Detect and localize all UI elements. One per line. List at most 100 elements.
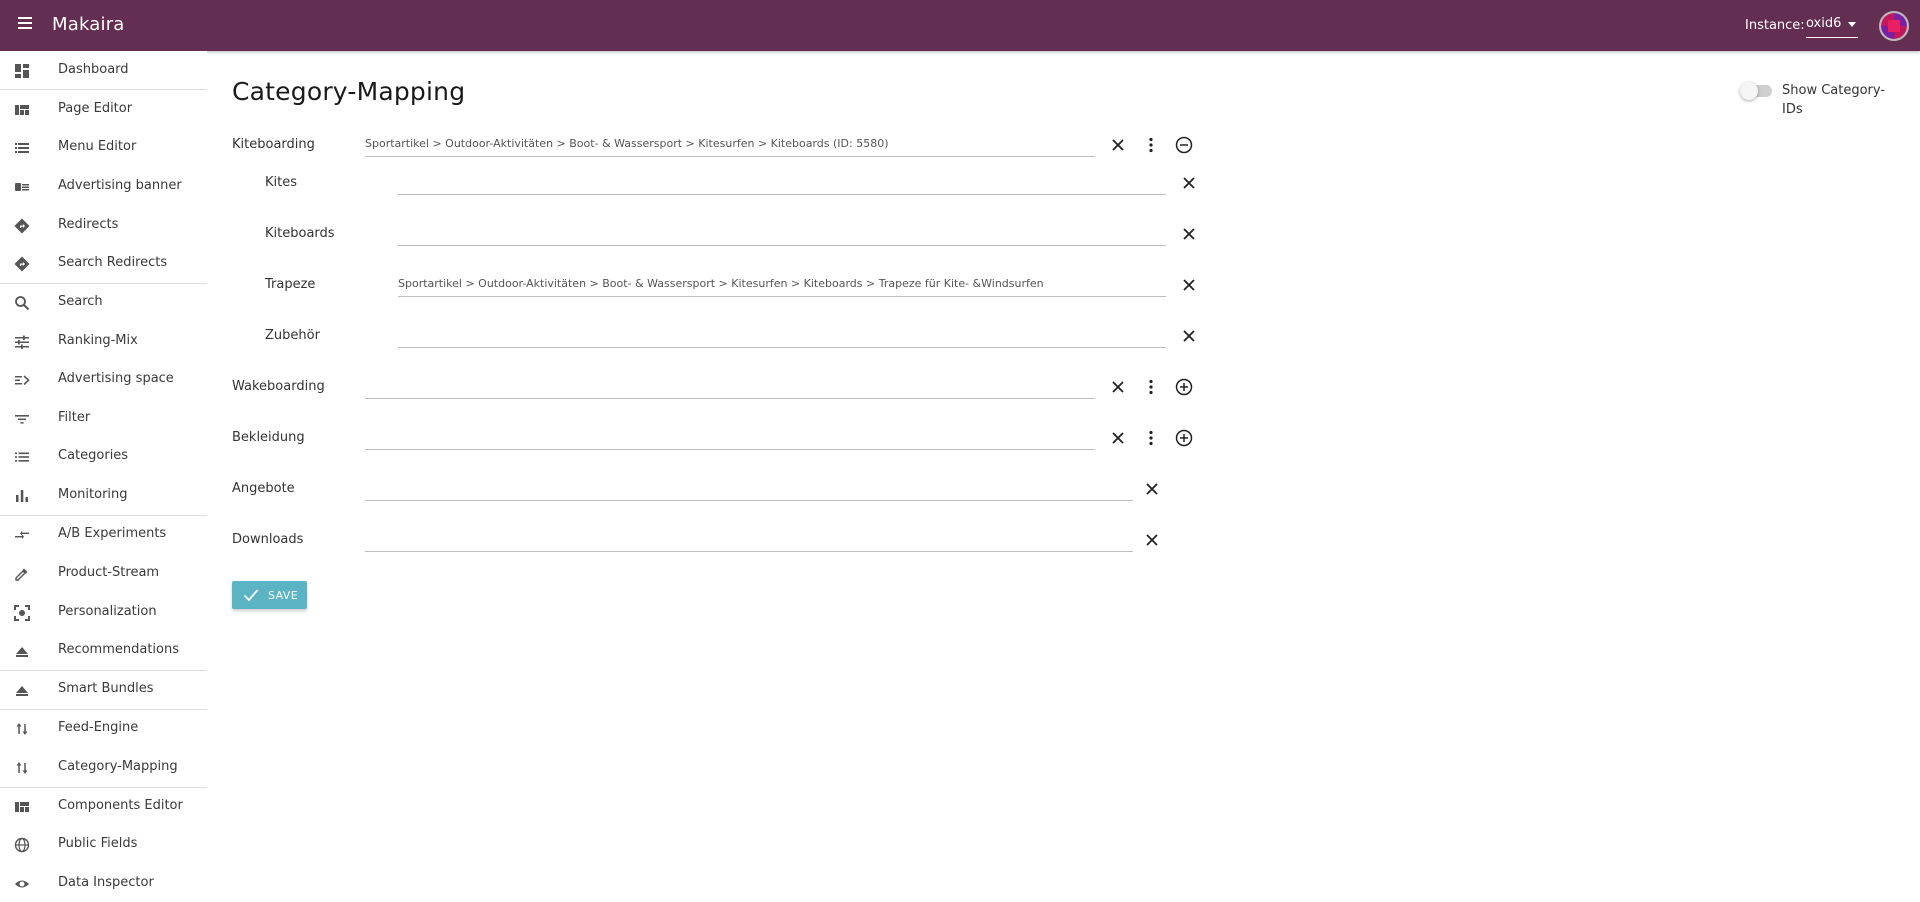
globe-icon [14, 837, 30, 853]
hamburger-menu-icon[interactable] [14, 14, 36, 36]
swap-vert-icon [14, 721, 30, 737]
mapping-field[interactable] [365, 426, 1095, 450]
menu-list-icon [14, 140, 30, 156]
top-app-bar: Makaira Instance: oxid6 [0, 0, 1920, 51]
sidebar-item-label: Search [58, 294, 103, 309]
sidebar-item-feed-engine[interactable]: Feed-Engine [0, 709, 207, 747]
sidebar-item-label: Categories [58, 448, 129, 463]
more-vert-icon[interactable] [1139, 133, 1163, 157]
mapping-field[interactable]: Sportartikel > Outdoor-Aktivitäten > Boo… [398, 273, 1166, 297]
sidebar-item-search-redirects[interactable]: Search Redirects [0, 244, 207, 282]
sidebar-item-label: Advertising banner [58, 178, 182, 193]
mapping-label: Angebote [232, 481, 295, 496]
sidebar-item-category-mapping[interactable]: Category-Mapping [0, 748, 207, 786]
mapping-field[interactable]: Sportartikel > Outdoor-Aktivitäten > Boo… [365, 133, 1095, 157]
expand-plus-icon[interactable] [1172, 426, 1196, 450]
sidebar-item-redirects[interactable]: Redirects [0, 206, 207, 244]
swap-vert-icon [14, 760, 30, 776]
sidebar-item-advertising-space[interactable]: Advertising space [0, 360, 207, 398]
sidebar-item-advertising-banner[interactable]: Advertising banner [0, 167, 207, 205]
app-title: Makaira [52, 14, 125, 35]
sidebar-item-categories[interactable]: Categories [0, 437, 207, 475]
mapping-label: Zubehör [265, 328, 320, 343]
save-button[interactable]: SAVE [232, 581, 307, 609]
toggle-label: Show Category-IDs [1782, 83, 1886, 117]
sidebar-item-ranking-mix[interactable]: Ranking-Mix [0, 322, 207, 360]
clear-icon[interactable] [1106, 375, 1130, 399]
expand-plus-icon[interactable] [1172, 375, 1196, 399]
search-icon [14, 295, 30, 311]
sidebar-item-label: Search Redirects [58, 255, 168, 270]
mapping-label: Bekleidung [232, 430, 305, 445]
mapping-label: Kiteboarding [232, 137, 315, 152]
sidebar-item-recommendations[interactable]: Recommendations [0, 631, 207, 669]
sidebar-item-page-editor[interactable]: Page Editor [0, 90, 207, 128]
sidebar-item-label: Page Editor [58, 101, 133, 116]
clear-icon[interactable] [1177, 273, 1201, 297]
sidebar-item-label: Dashboard [58, 62, 129, 77]
clear-icon[interactable] [1177, 324, 1201, 348]
sidebar-item-label: Product-Stream [58, 565, 160, 580]
sidebar-item-product-stream[interactable]: Product-Stream [0, 554, 207, 592]
sidebar-item-public-fields[interactable]: Public Fields [0, 825, 207, 863]
mapping-field[interactable] [365, 477, 1133, 501]
clear-icon[interactable] [1140, 528, 1164, 552]
directions-icon [14, 218, 30, 234]
mapping-field[interactable] [365, 375, 1095, 399]
filter-icon [14, 411, 30, 427]
more-vert-icon[interactable] [1139, 375, 1163, 399]
sidebar-item-label: Filter [58, 410, 91, 425]
instance-value: oxid6 [1806, 16, 1842, 31]
sidebar-item-search[interactable]: Search [0, 283, 207, 321]
sidebar-item-label: Advertising space [58, 371, 174, 386]
eject-icon [14, 682, 30, 698]
sidebar-item-label: Category-Mapping [58, 759, 178, 774]
sidebar-item-filter[interactable]: Filter [0, 399, 207, 437]
avatar[interactable] [1879, 11, 1909, 41]
sidebar-item-label: Monitoring [58, 487, 128, 502]
clear-icon[interactable] [1140, 477, 1164, 501]
list-icon [14, 449, 30, 465]
compare-arrows-icon [14, 527, 30, 543]
collapse-minus-icon[interactable] [1172, 133, 1196, 157]
clear-icon[interactable] [1106, 133, 1130, 157]
sidebar-item-dashboard[interactable]: Dashboard [0, 51, 207, 89]
mapping-label: Kiteboards [265, 226, 335, 241]
sidebar-item-label: Feed-Engine [58, 720, 139, 735]
sidebar-item-label: A/B Experiments [58, 526, 167, 541]
toggle-knob [1740, 82, 1758, 100]
sidebar-item-components-editor[interactable]: Components Editor [0, 787, 207, 825]
mapping-label: Trapeze [265, 277, 316, 292]
mapping-field[interactable] [398, 171, 1166, 195]
clear-icon[interactable] [1177, 222, 1201, 246]
show-category-ids-toggle[interactable]: Show Category-IDs [1740, 81, 1902, 121]
mapping-field[interactable] [365, 528, 1133, 552]
mapping-label: Wakeboarding [232, 379, 325, 394]
sidebar-item-label: Data Inspector [58, 875, 154, 890]
check-icon [243, 589, 259, 602]
banner-icon [14, 179, 30, 195]
clear-icon[interactable] [1177, 171, 1201, 195]
sidebar-item-data-inspector[interactable]: Data Inspector [0, 864, 207, 902]
sidebar-item-monitoring[interactable]: Monitoring [0, 476, 207, 514]
personalization-icon [14, 605, 30, 621]
dashboard-icon [14, 63, 30, 79]
sidebar-item-label: Personalization [58, 604, 157, 619]
sidebar: Dashboard Page Editor Menu Editor Advert… [0, 51, 207, 890]
chevron-down-icon [1848, 22, 1856, 27]
instance-label: Instance: [1745, 18, 1805, 33]
mapping-field[interactable] [398, 222, 1166, 246]
sidebar-item-personalization[interactable]: Personalization [0, 593, 207, 631]
sidebar-item-label: Recommendations [58, 642, 180, 657]
page-title: Category-Mapping [232, 77, 466, 106]
pipette-icon [14, 566, 30, 582]
sidebar-item-menu-editor[interactable]: Menu Editor [0, 128, 207, 166]
save-button-label: SAVE [268, 589, 299, 602]
more-vert-icon[interactable] [1139, 426, 1163, 450]
mapping-field[interactable] [398, 324, 1166, 348]
sidebar-item-ab-experiments[interactable]: A/B Experiments [0, 515, 207, 553]
ad-space-icon [14, 372, 30, 388]
instance-select[interactable]: oxid6 [1806, 16, 1858, 38]
clear-icon[interactable] [1106, 426, 1130, 450]
sidebar-item-smart-bundles[interactable]: Smart Bundles [0, 670, 207, 708]
